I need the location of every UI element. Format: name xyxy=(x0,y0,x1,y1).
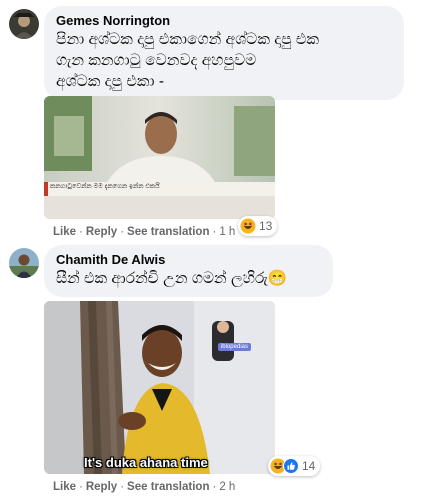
comment-text: පිනා අශ්ටක දාපු එකාගෙන් අශ්ටක දාපු එක ගැ… xyxy=(56,31,319,90)
like-button[interactable]: Like xyxy=(53,481,76,493)
haha-icon xyxy=(240,218,256,234)
reaction-count: 14 xyxy=(302,459,316,473)
comment-bubble: Gemes Norrington පිනා අශ්ටක දාපු එකාගෙන්… xyxy=(44,6,404,100)
avatar[interactable] xyxy=(9,248,39,278)
image-caption: කනගාටුවෙන්න මම දැනගෙන ඉන්න එකයි xyxy=(50,183,160,190)
comment-author[interactable]: Chamith De Alwis xyxy=(56,252,321,268)
comment-image[interactable]: iblopedias It's duka ahana time xyxy=(44,301,275,474)
comment-bubble: Chamith De Alwis සීන් එක ආරන්චි උන ගමන් … xyxy=(44,245,333,297)
comment-actions: Like · Reply · See translation · 1 h xyxy=(53,226,236,238)
timestamp[interactable]: 1 h xyxy=(219,226,235,238)
comment-image[interactable]: කනගාටුවෙන්න මම දැනගෙන ඉන්න එකයි xyxy=(44,96,275,219)
reaction-summary[interactable]: 14 xyxy=(268,456,321,476)
see-translation-link[interactable]: See translation xyxy=(127,481,209,493)
like-button[interactable]: Like xyxy=(53,226,76,238)
like-icon xyxy=(283,458,299,474)
comment-text: සීන් එක ආරන්චි උන ගමන් ලහිරු😁 xyxy=(56,270,288,287)
reaction-summary[interactable]: 13 xyxy=(238,216,278,236)
see-translation-link[interactable]: See translation xyxy=(127,226,209,238)
avatar[interactable] xyxy=(9,9,39,39)
image-watermark: iblopedias xyxy=(217,343,251,351)
image-caption: It's duka ahana time xyxy=(84,455,208,470)
reply-button[interactable]: Reply xyxy=(86,226,117,238)
comment-author[interactable]: Gemes Norrington xyxy=(56,13,392,29)
comment-actions: Like · Reply · See translation · 2 h xyxy=(53,481,236,493)
timestamp[interactable]: 2 h xyxy=(219,481,235,493)
reaction-count: 13 xyxy=(259,219,273,233)
reply-button[interactable]: Reply xyxy=(86,481,117,493)
